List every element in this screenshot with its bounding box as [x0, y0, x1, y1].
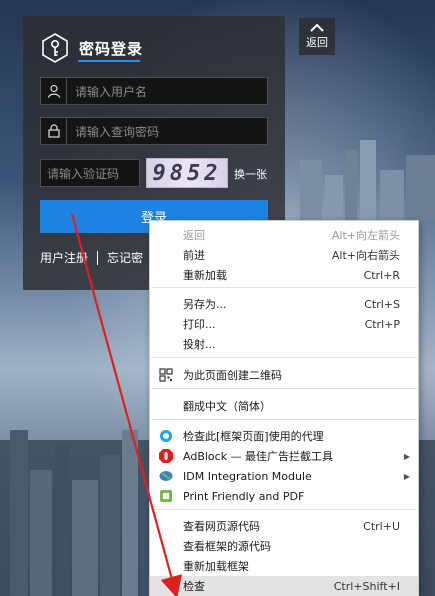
back-button-label: 返回	[306, 35, 328, 49]
menu-item-inspect[interactable]: 检查 Ctrl+Shift+I	[150, 576, 418, 596]
password-field[interactable]: 请输入查询密码	[40, 117, 268, 145]
username-field[interactable]: 请输入用户名	[40, 77, 268, 105]
lock-icon	[41, 118, 67, 144]
menu-item-adblock[interactable]: AdBlock — 最佳广告拦截工具 ▶	[150, 446, 418, 466]
account-links: 用户注册 忘记密	[40, 249, 143, 266]
back-button[interactable]: 返回	[299, 18, 335, 55]
menu-item-create-qr-code[interactable]: 为此页面创建二维码	[150, 365, 418, 385]
submenu-arrow-icon: ▶	[403, 451, 410, 461]
menu-item-back[interactable]: 返回 Alt+向左箭头	[150, 225, 418, 245]
menu-separator	[151, 419, 417, 420]
menu-item-save-as[interactable]: 另存为... Ctrl+S	[150, 294, 418, 314]
captcha-input[interactable]: 请输入验证码	[40, 159, 140, 187]
menu-separator	[151, 357, 417, 358]
menu-item-idm[interactable]: IDM Integration Module ▶	[150, 466, 418, 486]
menu-separator	[151, 287, 417, 288]
menu-item-reload-frame[interactable]: 重新加载框架	[150, 556, 418, 576]
menu-item-proxy-check[interactable]: 检查此[框架页面]使用的代理	[150, 426, 418, 446]
captcha-placeholder: 请输入验证码	[47, 166, 120, 181]
menu-item-view-frame-source[interactable]: 查看框架的源代码	[150, 536, 418, 556]
menu-item-forward[interactable]: 前进 Alt+向右箭头	[150, 245, 418, 265]
menu-separator	[151, 388, 417, 389]
qr-code-icon	[159, 368, 173, 382]
adblock-icon	[159, 449, 173, 463]
menu-item-reload[interactable]: 重新加载 Ctrl+R	[150, 265, 418, 285]
captcha-refresh-link[interactable]: 换一张	[234, 166, 267, 182]
username-placeholder: 请输入用户名	[75, 84, 148, 99]
menu-item-print-friendly[interactable]: Print Friendly and PDF	[150, 486, 418, 506]
password-placeholder: 请输入查询密码	[75, 124, 160, 139]
menu-item-translate[interactable]: 翻成中文（简体）	[150, 396, 418, 416]
captcha-image[interactable]: 9852	[146, 158, 228, 188]
menu-separator	[151, 509, 417, 510]
menu-item-print[interactable]: 打印... Ctrl+P	[150, 314, 418, 334]
menu-item-view-source[interactable]: 查看网页源代码 Ctrl+U	[150, 516, 418, 536]
key-icon	[42, 33, 68, 63]
chevron-up-icon	[310, 23, 324, 32]
user-icon	[41, 78, 67, 104]
submenu-arrow-icon: ▶	[403, 471, 410, 481]
menu-item-cast[interactable]: 投射...	[150, 334, 418, 354]
idm-icon	[159, 471, 173, 481]
forgot-password-link[interactable]: 忘记密	[107, 249, 143, 266]
title-underline	[78, 60, 140, 62]
register-link[interactable]: 用户注册	[40, 249, 88, 266]
link-divider	[97, 250, 99, 265]
print-friendly-icon	[160, 490, 172, 502]
login-title: 密码登录	[79, 39, 144, 58]
browser-context-menu: 返回 Alt+向左箭头 前进 Alt+向右箭头 重新加载 Ctrl+R 另存为.…	[149, 220, 419, 596]
proxy-extension-icon	[160, 430, 172, 442]
